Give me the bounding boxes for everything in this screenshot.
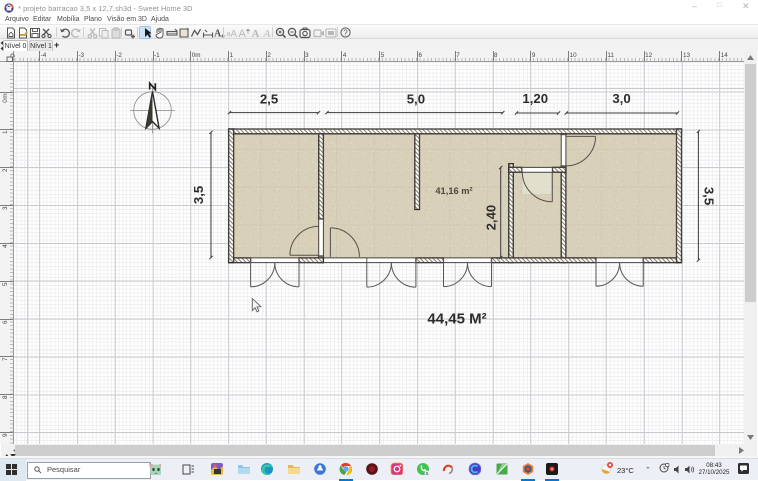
svg-text:5,0: 5,0 <box>407 92 425 107</box>
svg-text:?: ? <box>343 28 348 37</box>
svg-text:2,5: 2,5 <box>260 92 278 107</box>
svg-text:41,16 m²: 41,16 m² <box>435 186 472 196</box>
svg-text:3,5: 3,5 <box>191 186 206 204</box>
svg-text:A: A <box>239 28 247 39</box>
svg-text:3,5: 3,5 <box>702 187 717 205</box>
svg-text:2,40: 2,40 <box>484 205 499 231</box>
svg-text:1,20: 1,20 <box>522 91 548 106</box>
svg-text:44,45 M²: 44,45 M² <box>427 311 486 328</box>
svg-text:A: A <box>231 28 238 39</box>
svg-text:3,0: 3,0 <box>612 91 630 106</box>
svg-text:A: A <box>263 28 271 39</box>
svg-text:A: A <box>252 28 260 39</box>
svg-text:A: A <box>214 28 222 39</box>
